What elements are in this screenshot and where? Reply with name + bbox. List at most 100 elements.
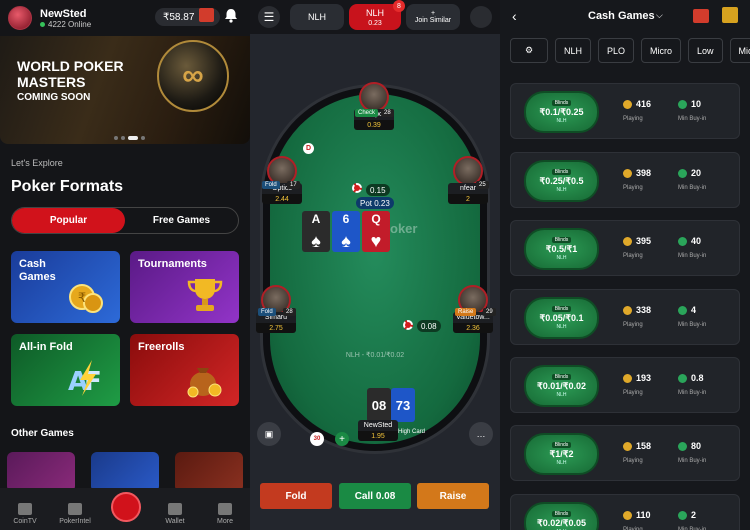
seat-optics[interactable]: Optics 2.44 bbox=[262, 156, 302, 204]
card-cash-games[interactable]: Cash Games ₹ bbox=[11, 251, 120, 323]
nav-pokerintel[interactable]: PokerIntel bbox=[50, 503, 100, 525]
promo-banner[interactable]: WORLD POKER MASTERS COMING SOON ∞ bbox=[0, 36, 250, 144]
filter-mic[interactable]: Mic bbox=[729, 38, 750, 63]
other-game-1[interactable] bbox=[7, 452, 75, 492]
other-game-3[interactable] bbox=[175, 452, 243, 492]
af-bolt-icon: AF bbox=[68, 360, 102, 397]
nav-wallet[interactable]: Wallet bbox=[150, 503, 200, 525]
table-row[interactable]: Blinds ₹0.05/₹0.1 NLH 338 Playing 4 Min Buy-in bbox=[510, 289, 740, 345]
player-stack: 2.75 bbox=[256, 323, 296, 333]
call-button[interactable]: Call 0.08 bbox=[339, 483, 411, 509]
min-buyin: 40 bbox=[678, 236, 701, 246]
game-type: NLH bbox=[556, 324, 567, 330]
table-row[interactable]: Blinds ₹0.01/₹0.02 NLH 193 Playing 0.8 Min Buy… bbox=[510, 357, 740, 413]
nav-cointv[interactable]: CoinTV bbox=[0, 503, 50, 525]
min-buyin-label: Min Buy-in bbox=[678, 322, 707, 328]
banner-subtitle: COMING SOON bbox=[17, 92, 91, 103]
other-game-2[interactable] bbox=[91, 452, 159, 492]
card-freerolls[interactable]: Freerolls bbox=[130, 334, 239, 406]
table-tab-nlh[interactable]: NLH bbox=[290, 4, 344, 30]
min-buyin: 4 bbox=[678, 305, 696, 315]
game-type: NLH bbox=[556, 187, 567, 193]
card-label: All-in Fold bbox=[19, 341, 73, 353]
board-card-2: 6 ♠ bbox=[332, 211, 360, 252]
table-row[interactable]: Blinds ₹0.25/₹0.5 NLH 398 Playing 20 Min Buy-i… bbox=[510, 152, 740, 208]
join-similar-button[interactable]: + Join Similar bbox=[406, 4, 460, 30]
seat-number: 17 bbox=[287, 181, 300, 189]
add-chips-icon[interactable]: + bbox=[335, 432, 349, 446]
wallet-icon[interactable] bbox=[199, 8, 214, 22]
hero-card-2: 73 bbox=[391, 388, 415, 422]
chevron-down-icon[interactable]: ⌵ bbox=[656, 10, 663, 21]
avatar[interactable] bbox=[8, 6, 32, 30]
nav-more[interactable]: More bbox=[200, 503, 250, 525]
page-title[interactable]: Cash Games bbox=[588, 10, 655, 22]
table-theme-icon[interactable] bbox=[470, 6, 492, 28]
person-icon bbox=[623, 441, 632, 451]
game-type: NLH bbox=[556, 460, 567, 466]
filter-settings-icon[interactable]: ⚙ bbox=[510, 38, 548, 63]
card-tournaments[interactable]: Tournaments bbox=[130, 251, 239, 323]
action-tag: Fold bbox=[262, 181, 280, 189]
min-buyin-label: Min Buy-in bbox=[678, 390, 707, 396]
blinds-label: Blinds bbox=[551, 374, 572, 380]
table-row[interactable]: Blinds ₹1/₹2 NLH 158 Playing 80 Min Buy-in bbox=[510, 425, 740, 481]
table-row[interactable]: Blinds ₹0.1/₹0.25 NLH 416 Playing 10 Min Buy-i… bbox=[510, 83, 740, 139]
filter-nlh[interactable]: NLH bbox=[555, 38, 592, 63]
min-buyin: 2 bbox=[678, 510, 696, 520]
gift-icon[interactable] bbox=[722, 7, 738, 23]
tab-popular[interactable]: Popular bbox=[12, 208, 125, 233]
blinds-label: Blinds bbox=[551, 511, 572, 517]
chip-icon bbox=[678, 168, 687, 178]
min-buyin: 20 bbox=[678, 168, 701, 178]
blinds-label: Blinds bbox=[551, 306, 572, 312]
chip-icon bbox=[678, 236, 687, 246]
tab-free-games[interactable]: Free Games bbox=[125, 208, 238, 233]
money-bag-icon bbox=[187, 368, 222, 398]
home-logo-icon[interactable] bbox=[111, 492, 141, 522]
home-screen: NewSted 4222 Online ₹58.87 WORLD POKER M… bbox=[0, 0, 250, 530]
seat-nfear[interactable]: nfear 2 bbox=[448, 156, 488, 204]
min-buyin: 10 bbox=[678, 99, 701, 109]
table-row[interactable]: Blinds₹0.02/₹0.05NLH110Playing2Min Buy-i… bbox=[510, 494, 740, 530]
menu-icon[interactable]: ☰ bbox=[258, 6, 280, 28]
online-dot-icon bbox=[40, 21, 45, 27]
card-all-in-fold[interactable]: All-in Fold AF bbox=[11, 334, 120, 406]
raise-button[interactable]: Raise bbox=[417, 483, 489, 509]
players-count: 158 bbox=[623, 441, 651, 451]
playing-label: Playing bbox=[623, 253, 643, 259]
board-card-1: A ♠ bbox=[302, 211, 330, 252]
blinds-label: Blinds bbox=[551, 100, 572, 106]
player-stack: 1.95 bbox=[358, 431, 398, 441]
chat-icon[interactable]: … bbox=[469, 422, 493, 446]
wallet-icon[interactable] bbox=[693, 9, 709, 23]
explore-label: Let's Explore bbox=[11, 158, 63, 168]
table-row[interactable]: Blinds ₹0.5/₹1 NLH 395 Playing 40 Min Buy-in bbox=[510, 220, 740, 276]
playing-label: Playing bbox=[623, 116, 643, 122]
format-segment: Popular Free Games bbox=[11, 207, 239, 234]
fold-button[interactable]: Fold bbox=[260, 483, 332, 509]
tv-icon bbox=[18, 503, 32, 515]
min-buyin-label: Min Buy-in bbox=[678, 185, 707, 191]
banner-title: WORLD POKER MASTERS bbox=[17, 58, 124, 90]
filter-low[interactable]: Low bbox=[688, 38, 723, 63]
infinity-coin-icon: ∞ bbox=[157, 40, 229, 112]
cards-icon[interactable]: ▣ bbox=[257, 422, 281, 446]
carousel-dots bbox=[114, 136, 145, 140]
seat-number: 28 bbox=[283, 308, 296, 316]
bell-icon[interactable] bbox=[224, 8, 238, 23]
playing-label: Playing bbox=[623, 185, 643, 191]
min-buyin-label: Min Buy-in bbox=[678, 458, 707, 464]
playing-label: Playing bbox=[623, 390, 643, 396]
p-icon bbox=[68, 503, 82, 515]
filter-micro[interactable]: Micro bbox=[641, 38, 682, 63]
seat-dileepcr1[interactable]: Dileepcr1 0.39 bbox=[354, 82, 394, 130]
back-icon[interactable]: ‹ bbox=[512, 8, 517, 24]
bet-right: 0.08 bbox=[417, 320, 441, 332]
chip-icon bbox=[678, 305, 687, 315]
filter-plo[interactable]: PLO bbox=[598, 38, 635, 63]
timer-icon[interactable]: 30 bbox=[310, 432, 324, 446]
wallet-nav-icon bbox=[168, 503, 182, 515]
players-count: 110 bbox=[623, 510, 651, 520]
trophy-icon bbox=[187, 279, 223, 311]
